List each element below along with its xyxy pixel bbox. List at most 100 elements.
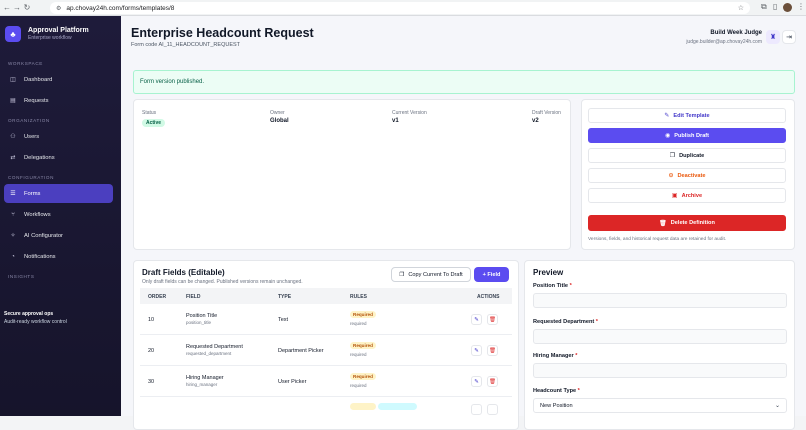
archive-button[interactable]: ▣ Archive <box>588 188 786 203</box>
field-order: 20 <box>148 348 155 354</box>
required-marker: * <box>575 353 578 359</box>
back-icon[interactable]: ← <box>2 3 12 12</box>
required-marker: * <box>569 283 572 289</box>
table-row-partial: RequiredWorkflow used <box>140 397 512 428</box>
sidebar-item-delegations[interactable]: ⇄ Delegations <box>4 148 113 167</box>
owner-block: Owner Global <box>270 110 289 124</box>
delete-definition-button[interactable]: 🗑 Delete Definition <box>588 215 786 231</box>
sidebar-item-workflows[interactable]: ⑂ Workflows <box>4 205 113 224</box>
sidebar-item-dashboard[interactable]: ◫ Dashboard <box>4 70 113 89</box>
trash-icon: 🗑 <box>489 347 496 354</box>
copy-current-to-draft-button[interactable]: ❐ Copy Current To Draft <box>391 267 471 282</box>
field-type: Department Picker <box>278 348 324 354</box>
required-badge: Required <box>350 311 376 318</box>
sidebar-item-label: Dashboard <box>24 76 53 83</box>
main-content: Enterprise Headcount Request Form code A… <box>121 16 806 430</box>
forms-icon: ☰ <box>10 191 16 197</box>
required-marker: * <box>577 388 580 394</box>
section-configuration: CONFIGURATION <box>8 175 54 180</box>
trash-icon: 🗑 <box>489 378 496 385</box>
edit-icon: ✎ <box>474 347 479 354</box>
sidebar-item-label: Notifications <box>24 253 56 260</box>
sidebar-item-label: Users <box>24 133 40 140</box>
required-badge: Required <box>350 342 376 349</box>
rule-note: required <box>350 383 367 388</box>
site-info-icon[interactable]: ⚙ <box>56 5 61 12</box>
sidebar-panel-icon[interactable]: ▯ <box>773 2 777 11</box>
sidebar-item-notifications[interactable]: ◔ Notifications <box>4 247 113 266</box>
delete-field-button[interactable] <box>487 404 498 415</box>
user-name: Build Week Judge <box>710 30 762 36</box>
edit-icon: ✎ <box>664 113 670 119</box>
power-icon: ⊙ <box>668 173 674 179</box>
field-rules: Required required <box>350 342 376 357</box>
form-code: Form code AI_11_HEADCOUNT_REQUEST <box>131 42 241 48</box>
draft-fields-subtitle: Only draft fields can be changed. Publis… <box>142 279 303 285</box>
delete-field-button[interactable]: 🗑 <box>487 376 498 387</box>
edit-field-button[interactable]: ✎ <box>471 376 482 387</box>
bookmark-star-icon[interactable]: ☆ <box>738 4 744 12</box>
sidebar-item-users[interactable]: ⚇ Users <box>4 127 113 146</box>
delete-field-button[interactable]: 🗑 <box>487 314 498 325</box>
add-field-button[interactable]: + Field <box>474 267 509 282</box>
section-organization: ORGANIZATION <box>8 118 50 123</box>
page-title: Enterprise Headcount Request <box>131 26 314 40</box>
audit-note: Versions, fields, and historical request… <box>588 237 727 242</box>
sidebar: ♣ Approval Platform Enterprise workflow … <box>0 16 121 416</box>
sidebar-item-label: Workflows <box>24 211 51 218</box>
field-type: User Picker <box>278 379 307 385</box>
draft-fields-card: Draft Fields (Editable) Only draft field… <box>133 260 519 430</box>
url-text: ap.chovay24h.com/forms/templates/8 <box>66 4 175 12</box>
profile-avatar[interactable] <box>783 3 792 12</box>
field-name: Requested Department requested_department <box>186 344 243 356</box>
sidebar-item-forms[interactable]: ☰ Forms <box>4 184 113 203</box>
edit-field-button[interactable]: ✎ <box>471 345 482 356</box>
app-subtitle: Enterprise workflow <box>28 35 72 41</box>
reload-icon[interactable]: ↻ <box>22 3 32 12</box>
field-key: position_title <box>186 320 212 325</box>
table-row: 10 Position Title position_title Text Req… <box>140 304 512 335</box>
position-title-input[interactable] <box>533 293 787 308</box>
logout-button[interactable]: ⇥ <box>782 30 796 44</box>
address-bar[interactable]: ⚙ ap.chovay24h.com/forms/templates/8 ☆ <box>50 2 750 14</box>
publish-draft-button[interactable]: ◉ Publish Draft <box>588 128 786 143</box>
trash-icon: 🗑 <box>659 220 667 227</box>
sidebar-item-ai-configurator[interactable]: ✧ AI Configurator <box>4 226 113 245</box>
sidebar-item-requests[interactable]: ▤ Requests <box>4 91 113 110</box>
chevron-down-icon: ⌄ <box>774 403 780 409</box>
user-icon: ♜ <box>769 34 777 41</box>
workflow-icon: ⑂ <box>11 211 15 218</box>
current-version-label: Current Version <box>392 110 427 116</box>
field-key: requested_department <box>186 351 232 356</box>
edit-template-button[interactable]: ✎ Edit Template <box>588 108 786 123</box>
delete-field-button[interactable]: 🗑 <box>487 345 498 356</box>
table-row: 30 Hiring Manager hiring_manager User Pic… <box>140 366 512 397</box>
required-badge: Required <box>350 403 376 410</box>
required-badge: Required <box>350 373 376 380</box>
duplicate-button[interactable]: ❐ Duplicate <box>588 148 786 163</box>
hiring-manager-input[interactable] <box>533 363 787 378</box>
trash-icon: 🗑 <box>489 316 496 323</box>
headcount-type-select[interactable]: New Position ⌄ <box>533 398 787 413</box>
sidebar-item-label: Delegations <box>24 154 55 161</box>
browser-menu-icon[interactable]: ⋮ <box>797 2 805 11</box>
section-workspace: WORKSPACE <box>8 61 43 66</box>
requested-department-input[interactable] <box>533 329 787 344</box>
table-row: 20 Requested Department requested_departm… <box>140 335 512 366</box>
owner-value: Global <box>270 118 289 124</box>
field-name: Position Title position_title <box>186 313 218 325</box>
sidebar-footer-text: Audit-ready workflow control <box>4 319 67 325</box>
user-avatar[interactable]: ♜ <box>766 30 780 44</box>
extensions-icon[interactable]: ⧉ <box>761 2 767 12</box>
workflow-badge: Workflow used <box>377 403 417 410</box>
edit-field-button[interactable] <box>471 404 482 415</box>
preview-card: Preview Position Title * Requested Depar… <box>524 260 795 430</box>
deactivate-button[interactable]: ⊙ Deactivate <box>588 168 786 183</box>
edit-field-button[interactable]: ✎ <box>471 314 482 325</box>
current-version-value: v1 <box>392 118 399 124</box>
browser-toolbar: ← → ↻ ⚙ ap.chovay24h.com/forms/templates… <box>0 0 806 16</box>
forward-icon[interactable]: → <box>12 3 22 12</box>
preview-field-label: Requested Department * <box>533 319 598 325</box>
column-header: RULES <box>350 294 367 300</box>
required-marker: * <box>595 319 598 325</box>
